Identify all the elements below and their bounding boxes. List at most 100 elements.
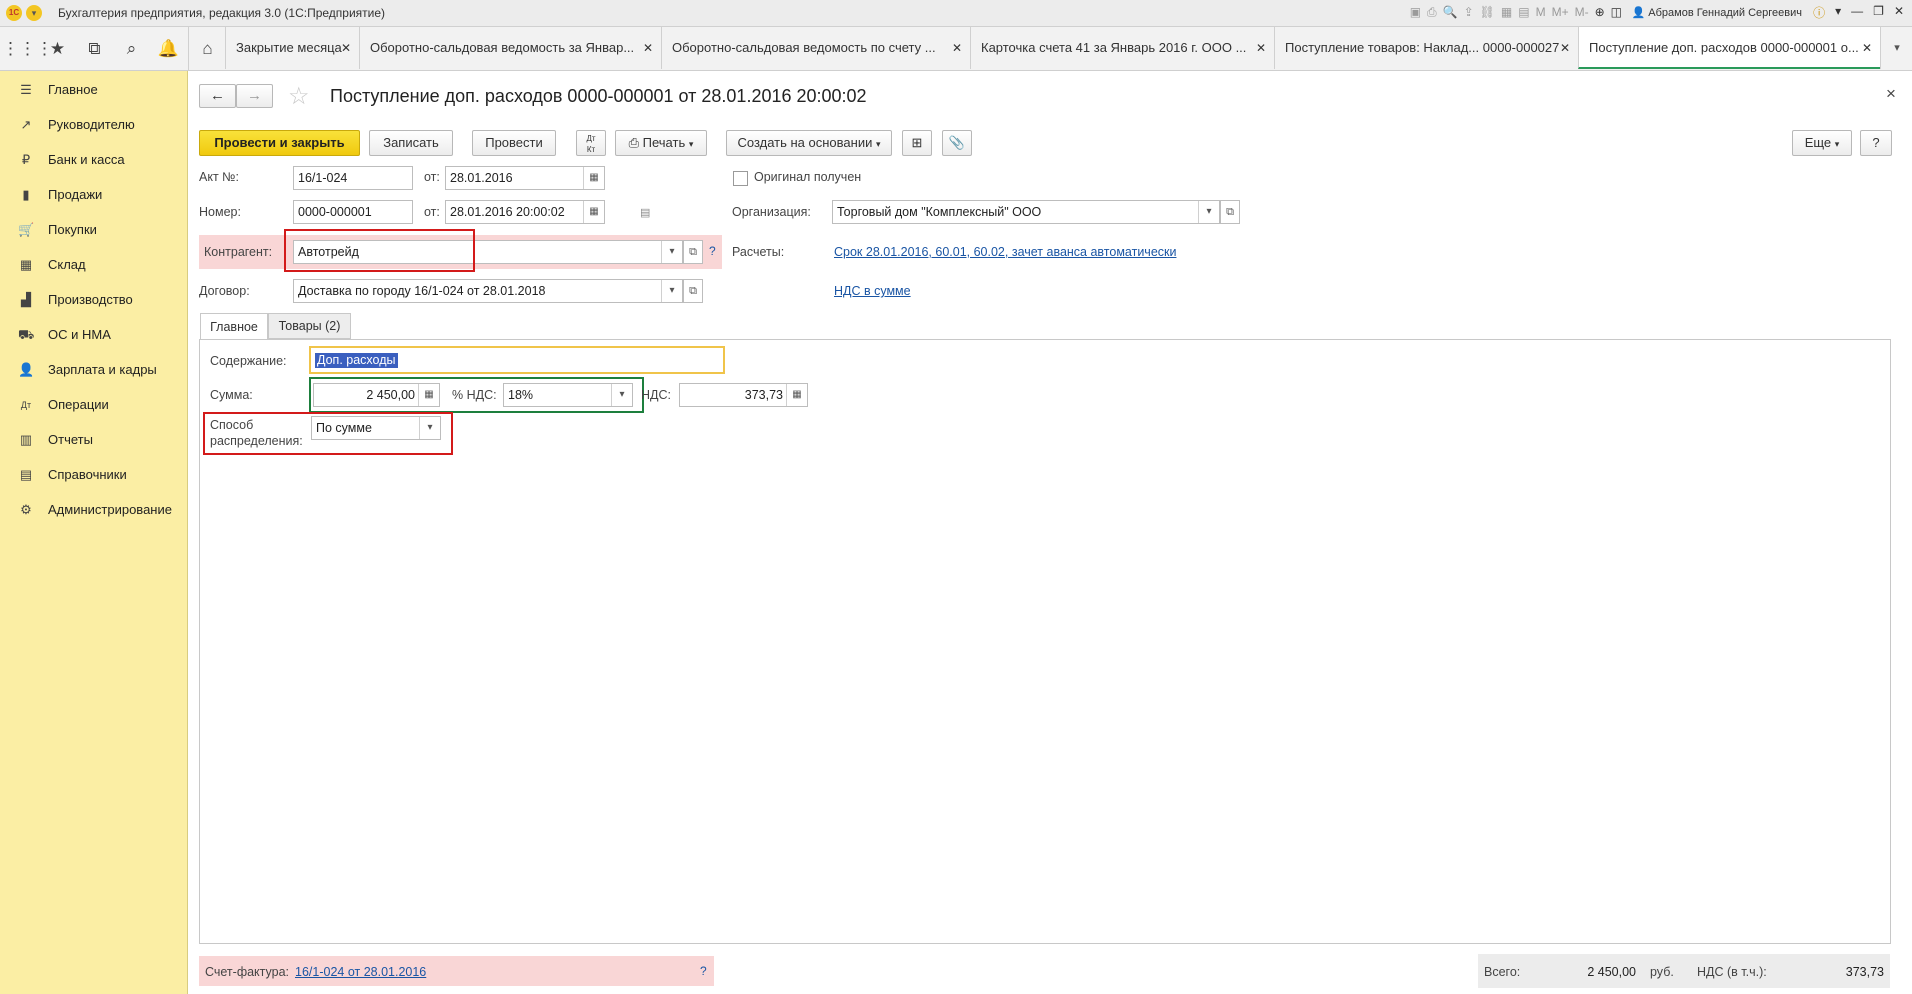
more-button[interactable]: Еще ▾ <box>1792 130 1852 156</box>
close-tab-icon[interactable]: ✕ <box>1862 27 1872 67</box>
post-and-close-button[interactable]: Провести и закрыть <box>199 130 360 156</box>
payments-label: Расчеты: <box>732 245 785 259</box>
act-number-label: Акт №: <box>199 170 240 184</box>
counterparty-help-icon[interactable]: ? <box>709 244 716 258</box>
number-field[interactable]: 0000-000001 <box>293 200 413 224</box>
sidebar-item-bank-cash[interactable]: ₽ Банк и касса <box>0 145 187 175</box>
close-tab-icon[interactable]: ✕ <box>952 27 962 69</box>
act-number-field[interactable]: 16/1-024 <box>293 166 413 190</box>
tab-goods-receipt[interactable]: Поступление товаров: Наклад... 0000-0000… <box>1274 27 1578 69</box>
back-arrow-icon[interactable]: ← <box>199 84 236 108</box>
help-button[interactable]: ? <box>1860 130 1892 156</box>
close-document-icon[interactable]: × <box>1886 84 1896 104</box>
link-icon[interactable]: ⛓ <box>1480 5 1495 20</box>
sidebar-item-fixed-assets[interactable]: ⛟ ОС и НМА <box>0 320 187 350</box>
original-received-checkbox[interactable] <box>733 171 748 186</box>
save-button[interactable]: Записать <box>369 130 453 156</box>
print-icon[interactable]: ⎙ <box>1427 5 1437 20</box>
structure-icon[interactable]: ⊞ <box>902 130 932 156</box>
window-title-bar: 1С ▾ Бухгалтерия предприятия, редакция 3… <box>0 0 1912 27</box>
minimize-button[interactable]: — <box>1851 4 1863 21</box>
content-label: Содержание: <box>210 354 287 368</box>
app-logo-icon[interactable]: 1С <box>6 5 22 21</box>
comment-lines-icon[interactable]: ▤ <box>640 206 650 219</box>
calendar-icon[interactable]: ▤ <box>1518 5 1529 20</box>
sidebar-item-operations[interactable]: Дт Операции <box>0 390 187 420</box>
chevron-down-icon[interactable]: ▾ <box>1198 201 1219 223</box>
memory-minus-button[interactable]: M- <box>1575 5 1589 20</box>
content-field[interactable]: Доп. расходы <box>309 346 725 374</box>
home-icon[interactable]: ⌂ <box>188 27 226 70</box>
create-based-on-button[interactable]: Создать на основании ▾ <box>726 130 892 156</box>
favorite-star-icon[interactable]: ☆ <box>288 82 310 111</box>
favorites-star-icon[interactable]: ★ <box>39 27 76 70</box>
invoice-help-icon[interactable]: ? <box>700 964 707 978</box>
tab-trial-balance-jan[interactable]: Оборотно-сальдовая ведомость за Январ...… <box>359 27 661 69</box>
current-user[interactable]: 👤 Абрамов Геннадий Сергеевич <box>1632 6 1803 19</box>
history-icon[interactable]: ⧉ <box>76 27 113 70</box>
ruble-coin-icon: ₽ <box>21 152 31 167</box>
export-icon[interactable]: ⇪ <box>1464 5 1474 20</box>
calendar-icon[interactable]: ▦ <box>583 167 604 189</box>
notifications-bell-icon[interactable]: 🔔 <box>150 27 187 70</box>
calendar-icon[interactable]: ▦ <box>583 201 604 223</box>
gear-icon: ⚙ <box>20 502 32 517</box>
act-date-field[interactable]: 28.01.2016 ▦ <box>445 166 605 190</box>
sidebar-item-warehouse[interactable]: ▦ Склад <box>0 250 187 280</box>
open-contract-icon[interactable]: ⧉ <box>683 279 703 303</box>
calculator-icon[interactable]: ▦ <box>786 384 807 406</box>
sidebar-item-reports[interactable]: ▥ Отчеты <box>0 425 187 455</box>
close-tab-icon[interactable]: ✕ <box>643 27 653 69</box>
tab-trial-balance-account[interactable]: Оборотно-сальдовая ведомость по счету ..… <box>661 27 970 69</box>
number-date-field[interactable]: 28.01.2016 20:00:02 ▦ <box>445 200 605 224</box>
search-icon[interactable]: ⌕ <box>113 27 150 70</box>
attachment-paperclip-icon[interactable]: 📎 <box>942 130 972 156</box>
tab-additional-expenses[interactable]: Поступление доп. расходов 0000-000001 о.… <box>1578 27 1880 69</box>
spreadsheet-icon[interactable]: ▦ <box>1501 5 1512 20</box>
save-icon[interactable]: ▣ <box>1410 5 1421 20</box>
post-button[interactable]: Провести <box>472 130 556 156</box>
open-counterparty-icon[interactable]: ⧉ <box>683 240 703 264</box>
dt-kt-movements-icon[interactable]: Дт Кт <box>576 130 606 156</box>
open-organization-icon[interactable]: ⧉ <box>1220 200 1240 224</box>
tab-account-card-41[interactable]: Карточка счета 41 за Январь 2016 г. ООО … <box>970 27 1274 69</box>
chevron-down-icon[interactable]: ▾ <box>661 241 682 263</box>
sidebar-item-administration[interactable]: ⚙ Администрирование <box>0 495 187 525</box>
chevron-down-icon[interactable]: ▾ <box>1835 4 1841 21</box>
apps-grid-icon[interactable]: ⋮⋮⋮ <box>2 27 53 70</box>
invoice-link[interactable]: 16/1-024 от 28.01.2016 <box>295 965 426 979</box>
info-icon[interactable]: ⓘ <box>1813 4 1825 21</box>
memory-m-button[interactable]: M <box>1536 5 1546 20</box>
organization-field[interactable]: Торговый дом "Комплексный" ООО ▾ <box>832 200 1220 224</box>
sidebar-item-sales[interactable]: ▮ Продажи <box>0 180 187 210</box>
cart-icon: 🛒 <box>18 222 35 237</box>
sidebar-item-production[interactable]: ▟ Производство <box>0 285 187 315</box>
main-menu-chevron-icon[interactable]: ▾ <box>26 5 42 21</box>
preview-icon[interactable]: 🔍 <box>1443 5 1458 20</box>
vat-in-amount-link[interactable]: НДС в сумме <box>834 284 911 298</box>
payments-terms-link[interactable]: Срок 28.01.2016, 60.01, 60.02, зачет ава… <box>834 245 1176 259</box>
close-tab-icon[interactable]: ✕ <box>341 27 351 69</box>
sidebar-item-main[interactable]: ☰ Главное <box>0 75 187 105</box>
restore-button[interactable]: ❐ <box>1873 4 1884 21</box>
close-tab-icon[interactable]: ✕ <box>1256 27 1266 69</box>
vat-amount-field[interactable]: 373,73 ▦ <box>679 383 808 407</box>
zoom-icon[interactable]: ⊕ <box>1595 5 1605 20</box>
close-tab-icon[interactable]: ✕ <box>1560 27 1570 69</box>
sidebar-item-directories[interactable]: ▤ Справочники <box>0 460 187 490</box>
tab-month-close[interactable]: Закрытие месяца ✕ <box>225 27 359 69</box>
print-button[interactable]: ⎙ Печать ▾ <box>615 130 707 156</box>
forward-arrow-icon[interactable]: → <box>236 84 273 108</box>
original-received-label: Оригинал получен <box>754 170 862 184</box>
tabs-overflow-chevron-icon[interactable]: ▾ <box>1880 27 1912 69</box>
panel-icon[interactable]: ◫ <box>1611 5 1622 20</box>
contract-field[interactable]: Доставка по городу 16/1-024 от 28.01.201… <box>293 279 683 303</box>
tab-goods[interactable]: Товары (2) <box>268 313 351 339</box>
chevron-down-icon[interactable]: ▾ <box>661 280 682 302</box>
sidebar-item-purchases[interactable]: 🛒 Покупки <box>0 215 187 245</box>
close-window-button[interactable]: ✕ <box>1894 4 1904 21</box>
tab-main[interactable]: Главное <box>200 313 268 340</box>
memory-plus-button[interactable]: M+ <box>1552 5 1569 20</box>
sidebar-item-management[interactable]: ↗ Руководителю <box>0 110 187 140</box>
sidebar-item-payroll[interactable]: 👤 Зарплата и кадры <box>0 355 187 385</box>
